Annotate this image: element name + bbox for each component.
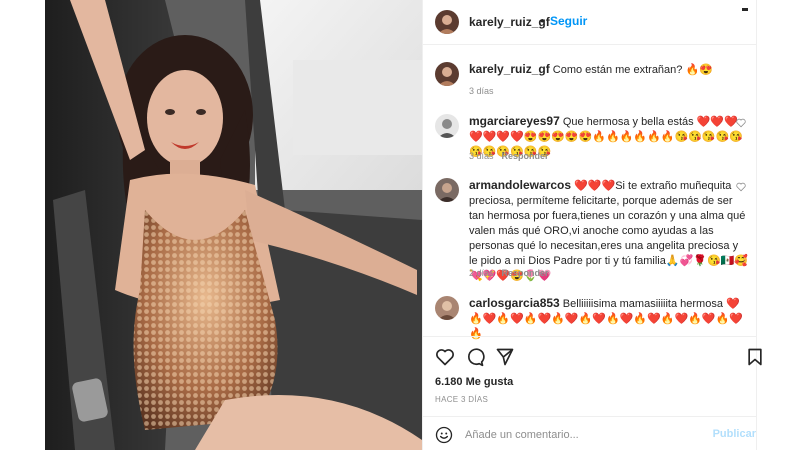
caption: karely_ruiz_gf Como están me extrañan? 🔥… xyxy=(423,62,756,102)
post-actions xyxy=(423,336,762,373)
emoji-icon[interactable] xyxy=(435,426,453,444)
heart-icon[interactable] xyxy=(435,347,455,367)
caption-text-block: karely_ruiz_gf Como están me extrañan? 🔥… xyxy=(469,62,749,78)
comment-meta: 2 días Responder xyxy=(469,268,549,278)
bookmark-icon[interactable] xyxy=(745,347,765,367)
post-time[interactable]: HACE 3 DÍAS xyxy=(435,395,488,404)
comment-item: mgarciareyes97 Que hermosa y bella estás… xyxy=(423,114,756,164)
comment-icon[interactable] xyxy=(465,347,485,367)
avatar-image xyxy=(435,114,459,138)
publish-button[interactable]: Publicar xyxy=(713,428,756,440)
comment-text: ❤️❤️❤️Si te extraño muñequita preciosa, … xyxy=(469,180,749,282)
share-icon[interactable] xyxy=(495,347,515,367)
caption-time[interactable]: 3 días xyxy=(469,86,494,96)
comment-time[interactable]: 3 días xyxy=(469,151,494,161)
author-username[interactable]: karely_ruiz_gf xyxy=(469,15,550,29)
caption-text: Como están me extrañan? 🔥😍 xyxy=(552,64,713,76)
post-side-panel: karely_ruiz_gf • Seguir karely_ruiz_gf C… xyxy=(422,0,762,451)
post-header: karely_ruiz_gf • Seguir xyxy=(423,0,756,45)
author-avatar[interactable] xyxy=(435,10,459,34)
comment-heart-icon[interactable] xyxy=(736,118,746,128)
comment-input[interactable] xyxy=(463,425,707,445)
comment-heart-icon[interactable] xyxy=(736,182,746,192)
reply-button[interactable]: Responder xyxy=(502,268,549,278)
avatar-image xyxy=(435,10,459,34)
more-icon[interactable] xyxy=(742,8,748,14)
post-photo-illustration xyxy=(45,0,422,450)
comment-time[interactable]: 2 días xyxy=(469,268,494,278)
caption-meta: 3 días xyxy=(469,86,494,96)
comment-item: carlosgarcia853 Belliiiiisima mamasiiiii… xyxy=(423,296,756,340)
comment-username[interactable]: mgarciareyes97 xyxy=(469,114,560,128)
comment-avatar[interactable] xyxy=(435,178,459,202)
avatar-image xyxy=(435,62,459,86)
caption-avatar[interactable] xyxy=(435,62,459,86)
comment-avatar[interactable] xyxy=(435,114,459,138)
reply-button[interactable]: Responder xyxy=(502,151,549,161)
comment-username[interactable]: armandolewarcos xyxy=(469,178,571,192)
separator-dot: • xyxy=(540,13,545,28)
likes-count[interactable]: 6.180 Me gusta xyxy=(435,376,513,388)
comment-avatar[interactable] xyxy=(435,296,459,320)
comment-meta: 3 días Responder xyxy=(469,151,549,161)
caption-username[interactable]: karely_ruiz_gf xyxy=(469,62,550,76)
follow-button[interactable]: Seguir xyxy=(550,14,587,28)
avatar-image xyxy=(435,296,459,320)
post-photo[interactable] xyxy=(45,0,422,450)
add-comment-bar: Publicar xyxy=(423,416,756,451)
comment-item: armandolewarcos ❤️❤️❤️Si te extraño muñe… xyxy=(423,178,756,282)
avatar-image xyxy=(435,178,459,202)
comment-username[interactable]: carlosgarcia853 xyxy=(469,296,560,310)
